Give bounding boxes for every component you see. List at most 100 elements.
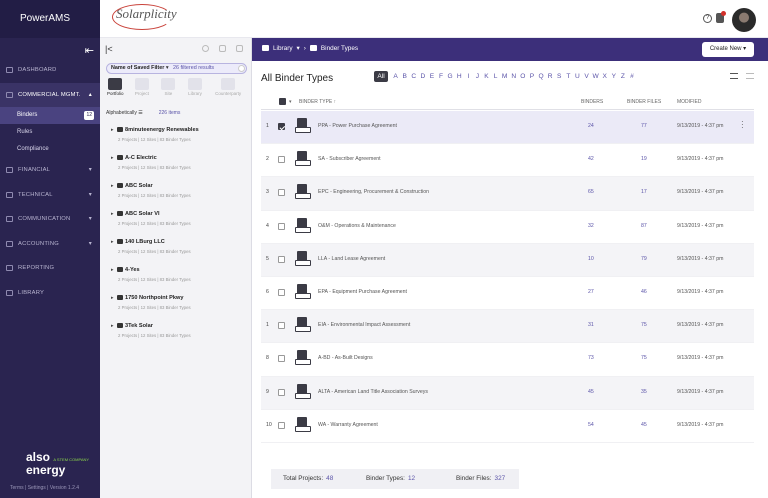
table-row[interactable]: 9 ALTA - American Land Title Association… (261, 376, 754, 410)
tab-site[interactable]: Site (157, 78, 180, 100)
col-binder-files[interactable]: BINDER FILES (627, 99, 661, 105)
row-checkbox[interactable] (278, 189, 285, 197)
nav-compliance[interactable]: Compliance (0, 141, 100, 158)
table-row[interactable]: 4 O&M - Operations & Maintenance 32 87 9/13… (261, 211, 754, 244)
row-checkbox[interactable] (278, 255, 285, 263)
alpha-letter[interactable]: I (464, 71, 473, 82)
table-row[interactable]: 8 A-BD - As-Built Designs 73 75 9/13/2019 -… (261, 343, 754, 377)
list-item[interactable]: ▸ 3Tek Solar 2 Projects | 12 Sites | 83 Bi… (100, 320, 252, 348)
col-binder-type[interactable]: BINDER TYPE ↑ (299, 99, 336, 105)
nav-reporting[interactable]: REPORTING (0, 256, 100, 281)
tab-library[interactable]: Library (184, 78, 207, 100)
alpha-letter[interactable]: T (564, 71, 573, 82)
alpha-letter[interactable]: F (436, 71, 445, 82)
table-row[interactable]: 3 EPC - Engineering, Procurement & Const… (261, 177, 754, 211)
sidebar-footer[interactable]: Terms | Settings | Version 1.2.4 (10, 485, 79, 491)
notifications-icon[interactable] (716, 11, 726, 23)
alpha-letter[interactable]: R (546, 71, 555, 82)
nav-binders[interactable]: Binders 12 (0, 107, 100, 124)
nav-rules[interactable]: Rules (0, 124, 100, 141)
alpha-letter[interactable]: B (400, 71, 409, 82)
nav-commercial-mgmt[interactable]: COMMERCIAL MGMT. ▴ (0, 82, 100, 107)
alpha-letter[interactable]: U (573, 71, 582, 82)
search-icon[interactable] (202, 45, 209, 52)
nav-dashboard[interactable]: DASHBOARD (0, 58, 100, 83)
list-view-icon[interactable] (730, 73, 738, 79)
nav-accounting[interactable]: ACCOUNTING ▾ (0, 232, 100, 257)
alpha-all[interactable]: All (374, 71, 388, 82)
row-checkbox[interactable] (278, 288, 285, 296)
alpha-letter[interactable]: H (455, 71, 464, 82)
alpha-letter[interactable]: E (427, 71, 436, 82)
row-checkbox[interactable] (278, 421, 285, 429)
briefcase-icon (117, 323, 123, 328)
briefcase-icon (6, 91, 13, 98)
alpha-letter[interactable]: W (591, 71, 600, 82)
alpha-letter[interactable]: L (491, 71, 500, 82)
tab-portfolio[interactable]: Portfolio (104, 78, 127, 100)
list-item[interactable]: ▸ 4-Yes 2 Projects | 12 Sites | 83 Binder … (100, 264, 252, 292)
col-binders[interactable]: BINDERS (581, 99, 603, 105)
collapse-sidebar-icon[interactable]: ⇤ (85, 44, 94, 57)
alpha-letter[interactable]: S (555, 71, 564, 82)
select-dropdown-icon[interactable]: ▾ (289, 99, 292, 105)
table-row[interactable]: 6 EPA - Equipment Purchase Agreement 27 46… (261, 277, 754, 311)
alpha-letter[interactable]: Q (537, 71, 546, 82)
alpha-letter[interactable]: O (518, 71, 527, 82)
export-icon[interactable] (219, 45, 226, 52)
alpha-letter[interactable]: M (500, 71, 509, 82)
nav-technical[interactable]: TECHNICAL ▾ (0, 183, 100, 208)
nav-financial[interactable]: FINANCIAL ▾ (0, 158, 100, 183)
chevron-down-icon: ▾ (296, 45, 300, 52)
saved-filter-select[interactable]: Name of Saved Filter ▾ 26 filtered resul… (106, 63, 247, 74)
row-checkbox[interactable] (278, 222, 285, 230)
sort-control[interactable]: Alphabetically ☰ 226 items (106, 110, 180, 116)
filter-toggle[interactable] (238, 65, 245, 72)
list-item[interactable]: ▸ 8minuteenergy Renewables 2 Projects | 12… (100, 124, 252, 152)
select-all-checkbox[interactable] (279, 98, 286, 105)
table-row[interactable]: 2 SA - Subscriber Agreement 42 19 9/13/2019… (261, 144, 754, 178)
create-new-button[interactable]: Create New ▾ (702, 42, 754, 57)
table-row[interactable]: 5 LLA - Land Lease Agreement 10 79 9/13/201… (261, 243, 754, 277)
alpha-letter[interactable]: Y (609, 71, 618, 82)
tab-counterparty[interactable]: Counterparty (210, 78, 246, 100)
table-row[interactable]: 10 WA - Warranty Agreement 54 45 9/13/2019 … (261, 410, 754, 443)
grid-view-icon[interactable] (746, 73, 754, 79)
help-icon[interactable]: ? (703, 14, 712, 23)
nav-library[interactable]: LIBRARY (0, 281, 100, 306)
list-item[interactable]: ▸ ABC Solar VI 2 Projects | 12 Sites | 83 … (100, 208, 252, 236)
nav-communication[interactable]: COMMUNICATION ▾ (0, 207, 100, 232)
alpha-letter[interactable]: D (418, 71, 427, 82)
alpha-letter[interactable]: P (527, 71, 536, 82)
table-row[interactable]: 1 EIA - Environmental Impact Assessment 3… (261, 310, 754, 344)
row-checkbox[interactable] (278, 322, 285, 330)
col-modified[interactable]: MODIFIED (677, 99, 701, 105)
alpha-letter[interactable]: V (582, 71, 591, 82)
list-item[interactable]: ▸ ABC Solar 2 Projects | 12 Sites | 83 Bin… (100, 180, 252, 208)
alpha-letter[interactable]: J (473, 71, 482, 82)
alpha-letter[interactable]: X (600, 71, 609, 82)
alpha-letter[interactable]: # (627, 71, 636, 82)
row-checkbox[interactable] (278, 156, 285, 164)
breadcrumb-library[interactable]: Library (273, 45, 293, 52)
tab-project[interactable]: Project (131, 78, 154, 100)
delete-icon[interactable] (236, 45, 243, 52)
list-item[interactable]: ▸ 1750 Northpoint Pkwy 2 Projects | 12 Sit… (100, 292, 252, 320)
alpha-letter[interactable]: K (482, 71, 491, 82)
alpha-letter[interactable]: G (446, 71, 455, 82)
user-avatar[interactable] (732, 8, 756, 32)
collapse-panel-icon[interactable]: |< (105, 44, 113, 54)
row-checkbox[interactable] (278, 355, 285, 363)
alpha-letter[interactable]: Z (618, 71, 627, 82)
list-item[interactable]: ▸ A-C Electric 2 Projects | 12 Sites | 83 … (100, 152, 252, 180)
table-row[interactable]: 1 PPA - Power Purchase Agreement 24 77 9/13… (261, 111, 754, 145)
alpha-letter[interactable]: A (391, 71, 400, 82)
row-checkbox[interactable] (278, 123, 285, 130)
row-checkbox[interactable] (278, 388, 285, 396)
more-options-icon[interactable]: · · · (741, 118, 744, 132)
document-icon (295, 118, 311, 133)
alpha-letter[interactable]: N (509, 71, 518, 82)
alpha-letter[interactable]: C (409, 71, 418, 82)
document-icon (295, 283, 311, 299)
list-item[interactable]: ▸ 140 LBurg LLC 2 Projects | 12 Sites | 83… (100, 236, 252, 264)
